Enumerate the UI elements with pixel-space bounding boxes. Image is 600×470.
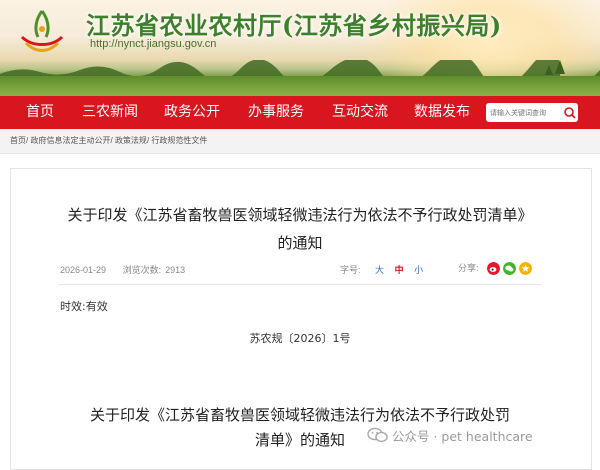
search-box — [486, 103, 578, 122]
breadcrumb: 首页/ 政府信息法定主动公开/ 政策法规/ 行政规范性文件 — [10, 129, 207, 153]
publish-date: 2026-01-29 — [60, 265, 107, 275]
nav-item-data[interactable]: 数据发布 — [410, 96, 474, 129]
nav-item-interaction[interactable]: 互动交流 — [328, 96, 392, 129]
nav-item-services[interactable]: 办事服务 — [244, 96, 308, 129]
wechat-watermark-icon — [367, 427, 388, 443]
breadcrumb-separator: / — [146, 136, 150, 145]
font-size-small-button[interactable]: 小 — [414, 263, 423, 276]
breadcrumb-home[interactable]: 首页 — [10, 136, 26, 145]
font-size-large-button[interactable]: 大 — [375, 263, 384, 276]
watermark-text: 公众号 · pet healthcare — [392, 429, 533, 444]
weibo-icon[interactable] — [487, 262, 500, 275]
header-banner: 江苏省农业农村厅(江苏省乡村振兴局) http://nynct.jiangsu.… — [0, 0, 600, 96]
nav-item-home[interactable]: 首页 — [16, 96, 64, 129]
document-number: 苏农规〔2026〕1号 — [249, 332, 351, 345]
article-title-line1: 关于印发《江苏省畜牧兽医领域轻微违法行为依法不予行政处罚清单》 — [67, 206, 533, 224]
breadcrumb-separator: / — [26, 136, 29, 145]
breadcrumb-normative-docs[interactable]: 行政规范性文件 — [151, 136, 207, 145]
breadcrumb-policies[interactable]: 政策法规 — [115, 136, 147, 145]
article-title-line2: 的通知 — [277, 234, 323, 252]
breadcrumb-separator: / — [110, 136, 113, 145]
meta-divider — [58, 284, 542, 285]
share-label: 分享: — [458, 263, 479, 273]
site-title: 江苏省农业农村厅(江苏省乡村振兴局) — [86, 11, 502, 40]
agriculture-logo-icon — [20, 10, 64, 52]
views-label: 浏览次数: — [122, 265, 162, 275]
wechat-icon[interactable] — [503, 262, 516, 275]
breadcrumb-bar: 首页/ 政府信息法定主动公开/ 政策法规/ 行政规范性文件 — [0, 129, 600, 154]
font-size-controls: 字号: 大 中 小 — [340, 263, 423, 276]
article-meta: 2026-01-29 浏览次数: 2913 — [60, 263, 199, 276]
body-title-line1: 关于印发《江苏省畜牧兽医领域轻微违法行为依法不予行政处罚 — [89, 406, 510, 424]
banner-field — [0, 76, 600, 96]
nav-item-gov-affairs[interactable]: 政务公开 — [160, 96, 224, 129]
search-icon[interactable] — [562, 104, 578, 121]
font-size-medium-button[interactable]: 中 — [395, 263, 404, 276]
site-url[interactable]: http://nynct.jiangsu.gov.cn — [90, 38, 216, 50]
nav-item-news[interactable]: 三农新闻 — [78, 96, 142, 129]
validity-status: 时效:有效 — [60, 300, 108, 313]
search-input[interactable] — [490, 104, 562, 121]
views-count: 2913 — [165, 265, 186, 275]
breadcrumb-public-info[interactable]: 政府信息法定主动公开 — [30, 136, 110, 145]
qzone-icon[interactable] — [519, 262, 532, 275]
font-size-label: 字号: — [340, 265, 361, 275]
